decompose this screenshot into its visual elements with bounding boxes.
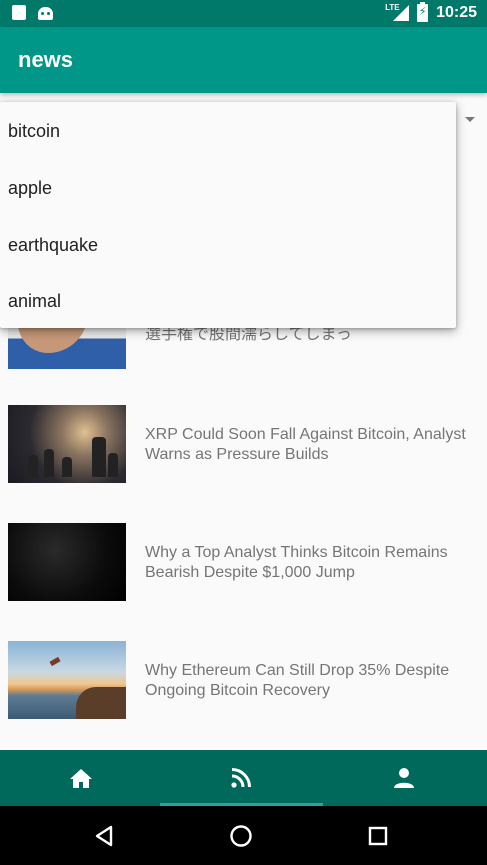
dark-water-photo-thumbnail	[8, 523, 126, 601]
rss-feed-icon	[231, 768, 251, 788]
person-icon	[394, 768, 414, 788]
topic-dropdown-menu[interactable]: bitcoin apple earthquake animal	[0, 102, 456, 328]
app-bar: news	[0, 27, 487, 93]
app-title: news	[18, 47, 74, 72]
news-title: Why a Top Analyst Thinks Bitcoin Remains…	[145, 544, 448, 581]
home-button[interactable]	[201, 806, 281, 865]
android-icon	[38, 7, 53, 20]
home-circle-icon	[230, 824, 252, 847]
cliff-jump-photo-thumbnail	[8, 641, 126, 719]
back-icon	[95, 825, 113, 846]
system-navigation-bar	[0, 806, 487, 865]
sd-card-icon	[12, 5, 26, 20]
chess-photo-thumbnail	[8, 405, 126, 483]
back-button[interactable]	[64, 806, 144, 865]
nav-feed[interactable]	[160, 750, 322, 806]
news-item[interactable]: XRP Could Soon Fall Against Bitcoin, Ana…	[0, 405, 487, 483]
dropdown-option-apple[interactable]: apple	[0, 160, 456, 217]
nav-profile[interactable]	[323, 750, 485, 806]
recents-icon	[368, 826, 388, 845]
bottom-navigation	[0, 750, 487, 806]
status-indicators: LTE 10:25	[385, 2, 477, 23]
dropdown-option-earthquake[interactable]: earthquake	[0, 217, 456, 274]
battery-charging-icon	[417, 2, 429, 22]
dropdown-option-animal[interactable]: animal	[0, 273, 456, 330]
notification-icons	[12, 5, 53, 20]
clock: 10:25	[436, 4, 477, 21]
news-item[interactable]: Why a Top Analyst Thinks Bitcoin Remains…	[0, 523, 487, 601]
news-title: Why Ethereum Can Still Drop 35% Despite …	[145, 662, 450, 699]
nav-home[interactable]	[0, 750, 162, 806]
dropdown-option-bitcoin[interactable]: bitcoin	[0, 103, 456, 160]
signal-icon: LTE	[385, 3, 410, 23]
status-bar: LTE 10:25	[0, 0, 487, 27]
recents-button[interactable]	[338, 806, 418, 865]
news-item[interactable]: Why Ethereum Can Still Drop 35% Despite …	[0, 641, 487, 719]
news-title: XRP Could Soon Fall Against Bitcoin, Ana…	[145, 426, 466, 463]
home-icon	[70, 769, 92, 788]
